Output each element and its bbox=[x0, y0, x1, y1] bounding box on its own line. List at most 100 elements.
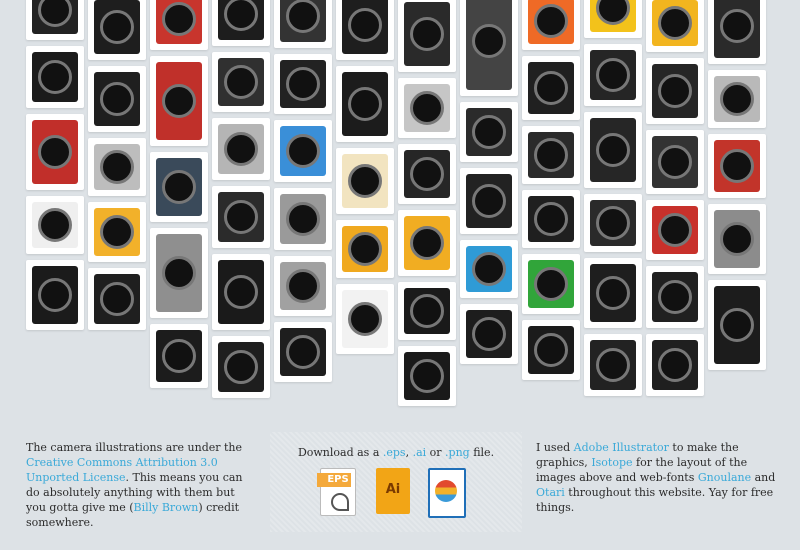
camera-instant-icon[interactable] bbox=[460, 102, 518, 162]
camera-black-icon[interactable] bbox=[26, 0, 84, 40]
camera-compact-icon[interactable] bbox=[212, 52, 270, 112]
camera-green-icon[interactable] bbox=[522, 254, 580, 314]
flash-icon[interactable] bbox=[150, 324, 208, 388]
credits-text-part: throughout this website. Yay for free th… bbox=[536, 486, 774, 514]
eps-label: EPS bbox=[327, 474, 349, 485]
lens-detail bbox=[224, 65, 258, 99]
camera-polaroid-icon[interactable] bbox=[212, 186, 270, 248]
camera-blue-icon[interactable] bbox=[460, 240, 518, 298]
flash-icon[interactable] bbox=[522, 320, 580, 380]
camera-yellow-icon[interactable] bbox=[398, 210, 456, 276]
lens-detail bbox=[534, 202, 568, 236]
ai-link[interactable]: .ai bbox=[413, 446, 427, 459]
lens-icon[interactable] bbox=[26, 260, 84, 330]
illustration bbox=[94, 72, 140, 126]
camera-silver-icon[interactable] bbox=[274, 256, 332, 316]
camera-yellow-icon[interactable] bbox=[336, 220, 394, 278]
illustrator-link[interactable]: Adobe Illustrator bbox=[574, 441, 669, 454]
eps-link[interactable]: .eps bbox=[383, 446, 406, 459]
flash-icon[interactable] bbox=[398, 282, 456, 340]
camera-polaroid-icon[interactable] bbox=[398, 144, 456, 204]
flash-icon[interactable] bbox=[584, 334, 642, 396]
lens-detail bbox=[348, 164, 382, 198]
camera-compact-icon[interactable] bbox=[274, 0, 332, 48]
lens-icon[interactable] bbox=[646, 266, 704, 328]
camera-silver-icon[interactable] bbox=[150, 228, 208, 318]
lens-detail bbox=[38, 208, 72, 242]
png-link[interactable]: .png bbox=[445, 446, 470, 459]
lens-icon[interactable] bbox=[212, 254, 270, 330]
illustration bbox=[466, 174, 512, 228]
gnoulane-link[interactable]: Gnoulane bbox=[698, 471, 751, 484]
camera-silver-icon[interactable] bbox=[460, 0, 518, 96]
lens-detail bbox=[658, 213, 692, 247]
camera-silver-icon[interactable] bbox=[88, 138, 146, 196]
camera-silver-icon[interactable] bbox=[274, 188, 332, 250]
camera-polaroid-icon[interactable] bbox=[460, 168, 518, 234]
camera-red-icon[interactable] bbox=[26, 114, 84, 190]
camera-polaroid-icon[interactable] bbox=[336, 148, 394, 214]
camera-polaroid-icon[interactable] bbox=[646, 200, 704, 260]
png-glyph bbox=[435, 480, 457, 502]
camera-instant-icon[interactable] bbox=[646, 130, 704, 194]
camera-silver-icon[interactable] bbox=[708, 204, 766, 274]
lens-detail bbox=[472, 252, 506, 286]
camera-blue-icon[interactable] bbox=[274, 120, 332, 182]
camera-orange-icon[interactable] bbox=[522, 0, 580, 50]
camera-silver-icon[interactable] bbox=[708, 70, 766, 128]
lens-detail bbox=[596, 206, 630, 240]
lens-icon[interactable] bbox=[336, 284, 394, 354]
lens-icon[interactable] bbox=[460, 304, 518, 364]
camera-black-icon[interactable] bbox=[274, 54, 332, 114]
camera-red-icon[interactable] bbox=[150, 56, 208, 146]
camera-black-icon[interactable] bbox=[522, 126, 580, 184]
lens-icon[interactable] bbox=[584, 258, 642, 328]
illustration bbox=[32, 120, 78, 184]
camera-red-icon[interactable] bbox=[150, 0, 208, 50]
camera-red-icon[interactable] bbox=[708, 134, 766, 198]
camera-polaroid-icon[interactable] bbox=[150, 152, 208, 222]
camera-yellow-icon[interactable] bbox=[88, 202, 146, 262]
eps-file-icon[interactable]: EPS bbox=[317, 468, 356, 516]
camera-dslr-icon[interactable] bbox=[88, 66, 146, 132]
flash-icon[interactable] bbox=[274, 322, 332, 382]
lens-detail bbox=[472, 115, 506, 149]
camera-black-icon[interactable] bbox=[708, 0, 766, 64]
camera-dslr-icon[interactable] bbox=[522, 56, 580, 120]
camera-black-icon[interactable] bbox=[584, 44, 642, 106]
lens-detail bbox=[286, 0, 320, 33]
camera-dslr-icon[interactable] bbox=[336, 66, 394, 142]
lens-detail bbox=[100, 215, 134, 249]
flash-icon[interactable] bbox=[646, 334, 704, 396]
png-file-icon[interactable] bbox=[428, 468, 466, 518]
camera-dslr-icon[interactable] bbox=[88, 0, 146, 60]
lens-detail bbox=[596, 0, 630, 25]
camera-yellow-icon[interactable] bbox=[646, 0, 704, 52]
photo-frame-icon[interactable] bbox=[398, 346, 456, 406]
footer: The camera illustrations are under the C… bbox=[0, 432, 800, 550]
illustration bbox=[404, 150, 450, 198]
camera-instant-icon[interactable] bbox=[584, 112, 642, 188]
lens-icon[interactable] bbox=[708, 280, 766, 370]
camera-yellow-icon[interactable] bbox=[584, 0, 642, 38]
led-panel-icon[interactable] bbox=[212, 336, 270, 398]
camera-polaroid-icon[interactable] bbox=[584, 194, 642, 252]
lens-icon[interactable] bbox=[88, 268, 146, 330]
lens-detail bbox=[596, 58, 630, 92]
camera-polaroid-icon[interactable] bbox=[522, 190, 580, 248]
author-link[interactable]: Billy Brown bbox=[134, 501, 199, 514]
ai-file-icon[interactable]: Ai bbox=[376, 468, 410, 514]
illustration bbox=[342, 0, 388, 54]
camera-dslr-icon[interactable] bbox=[212, 0, 270, 46]
camera-dslr-icon[interactable] bbox=[336, 0, 394, 60]
camera-black-icon[interactable] bbox=[646, 58, 704, 124]
camera-silver-icon[interactable] bbox=[398, 78, 456, 138]
isotope-link[interactable]: Isotope bbox=[591, 456, 632, 469]
camera-silver-icon[interactable] bbox=[212, 118, 270, 180]
camera-dslr-icon[interactable] bbox=[26, 46, 84, 108]
camera-gallery bbox=[0, 0, 800, 420]
credits-text: I used Adobe Illustrator to make the gra… bbox=[536, 440, 776, 515]
camera-polaroid-icon[interactable] bbox=[26, 196, 84, 254]
camera-compact-icon[interactable] bbox=[398, 0, 456, 72]
otari-link[interactable]: Otari bbox=[536, 486, 565, 499]
